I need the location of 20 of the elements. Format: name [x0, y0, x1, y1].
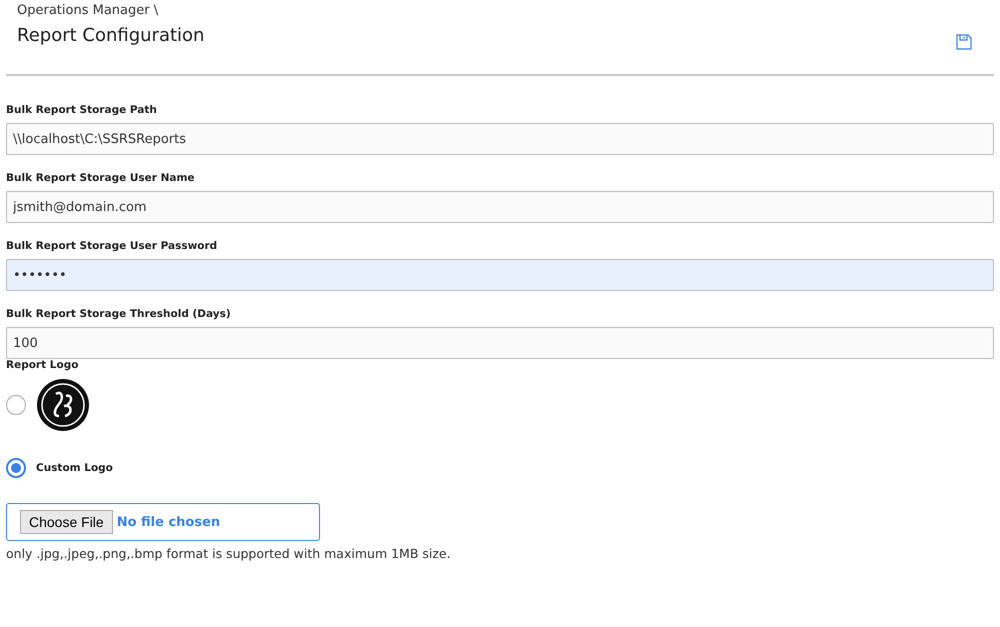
- input-field[interactable]: 100: [6, 327, 994, 359]
- file-picker[interactable]: Choose File No file chosen: [6, 503, 320, 541]
- page-title: Report Configuration: [17, 25, 204, 46]
- field-label: Bulk Report Storage Path: [6, 104, 158, 116]
- save-icon[interactable]: [956, 34, 972, 50]
- section-label: Report Logo: [6, 359, 80, 371]
- input-field[interactable]: \\localhost\C:\SSRSReports: [6, 123, 994, 155]
- breadcrumb: Operations Manager \: [17, 3, 160, 18]
- field-label: Bulk Report Storage User Password: [6, 240, 218, 252]
- option-label: Custom Logo: [36, 462, 113, 474]
- radio-button[interactable]: [6, 458, 26, 478]
- input-field[interactable]: jsmith@domain.com: [6, 191, 994, 223]
- file-status: No file chosen: [116, 514, 220, 530]
- help-text: only .jpg,.jpeg,.png,.bmp format is supported with maximum 1MB size.: [6, 546, 452, 561]
- logo-icon: [36, 378, 90, 432]
- field-label: Bulk Report Storage User Name: [6, 172, 196, 184]
- choose-file-button[interactable]: Choose File: [20, 510, 113, 534]
- input-field[interactable]: •••••••: [6, 259, 994, 291]
- field-label: Bulk Report Storage Threshold (Days): [6, 308, 232, 320]
- radio-button[interactable]: [6, 395, 26, 415]
